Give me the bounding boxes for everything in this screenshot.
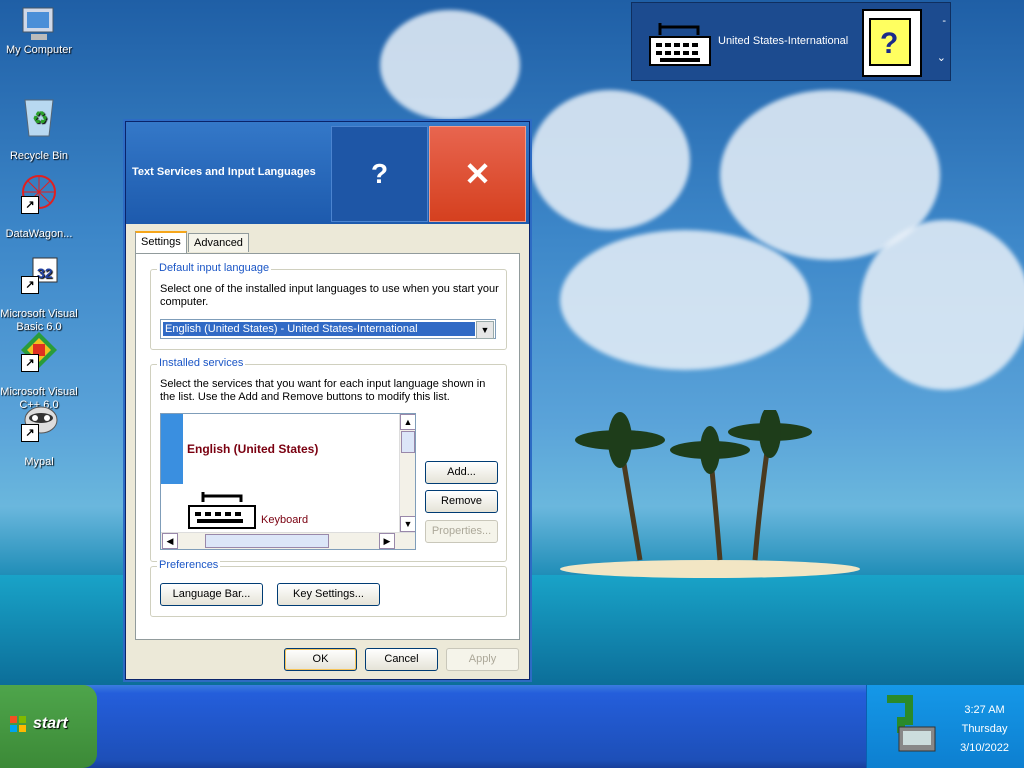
scroll-thumb[interactable] [401, 431, 415, 453]
svg-text:?: ? [880, 27, 898, 60]
title-bar[interactable]: Text Services and Input Languages ? ✕ [126, 122, 529, 224]
start-label: start [33, 715, 68, 732]
close-button[interactable]: ✕ [429, 126, 526, 222]
remove-button[interactable]: Remove [425, 490, 498, 513]
cloud [860, 220, 1024, 390]
computer-icon [19, 4, 59, 44]
cancel-button[interactable]: Cancel [365, 648, 438, 671]
group-legend: Default input language [157, 262, 272, 274]
vertical-scrollbar[interactable]: ▲ ▼ [399, 414, 415, 532]
installed-services-description: Select the services that you want for ea… [160, 378, 486, 403]
cloud [380, 10, 520, 120]
horizontal-scrollbar[interactable]: ◀ ▶ [161, 532, 415, 549]
language-bar[interactable]: United States-International ? - ⌄ [631, 2, 951, 81]
hscroll-thumb[interactable] [205, 534, 329, 548]
group-legend: Installed services [157, 357, 246, 369]
svg-text:32: 32 [37, 265, 53, 281]
tree-service-item[interactable]: Keyboard [261, 514, 308, 526]
taskbar: start 3:27 AM Thursday 3/10/2022 [0, 685, 1024, 768]
datawagon-icon: ↗ [19, 172, 59, 214]
settings-panel: Default input language Select one of the… [135, 253, 520, 640]
language-bar-button[interactable]: Language Bar... [160, 583, 263, 606]
desktop-icon-datawagon[interactable]: ↗ DataWagon... [0, 172, 78, 240]
windows-logo-icon [10, 716, 26, 732]
text-services-dialog: Text Services and Input Languages ? ✕ Se… [125, 121, 530, 680]
mypal-icon: ↗ [19, 400, 59, 442]
cloud [530, 90, 690, 230]
clock-time: 3:27 AM [964, 704, 1005, 716]
tree-language-item[interactable]: English (United States) [187, 442, 318, 456]
selected-language: English (United States) - United States-… [163, 322, 475, 336]
shortcut-arrow-icon: ↗ [21, 196, 39, 214]
clock-day: Thursday [961, 723, 1008, 735]
key-settings-button[interactable]: Key Settings... [277, 583, 380, 606]
desktop-icon-recycle-bin[interactable]: ♻ Recycle Bin [0, 94, 78, 162]
clock[interactable]: 3:27 AM Thursday 3/10/2022 [960, 701, 1009, 758]
shortcut-arrow-icon: ↗ [21, 354, 39, 372]
keyboard-icon[interactable] [646, 13, 714, 69]
help-button[interactable]: ? [331, 126, 428, 222]
recycle-bin-icon: ♻ [19, 94, 59, 137]
start-button[interactable]: start [0, 685, 97, 768]
apply-button[interactable]: Apply [446, 648, 519, 671]
cloud [560, 230, 810, 370]
desktop-icon-my-computer[interactable]: My Computer [0, 4, 78, 56]
language-bar-options-button[interactable]: ⌄ [937, 51, 946, 64]
palm-trees [575, 410, 812, 561]
desktop-icon-mypal[interactable]: ↗ Mypal [0, 400, 78, 468]
scroll-right-button[interactable]: ▶ [379, 533, 395, 549]
visual-cpp-icon: ↗ [19, 330, 59, 372]
visual-basic-icon: 32 ↗ [19, 252, 59, 294]
default-language-select[interactable]: English (United States) - United States-… [160, 319, 496, 339]
desktop-icon-label: Recycle Bin [9, 150, 69, 162]
group-legend: Preferences [157, 559, 221, 571]
scroll-down-button[interactable]: ▼ [400, 516, 415, 532]
desktop-icon-label: My Computer [5, 44, 73, 56]
scroll-left-button[interactable]: ◀ [162, 533, 178, 549]
network-icon[interactable] [879, 693, 939, 757]
dialog-title: Text Services and Input Languages [132, 166, 316, 178]
ok-button[interactable]: OK [284, 648, 357, 671]
system-tray: 3:27 AM Thursday 3/10/2022 [866, 685, 1024, 768]
properties-button[interactable]: Properties... [425, 520, 498, 543]
shortcut-arrow-icon: ↗ [21, 276, 39, 294]
scroll-up-button[interactable]: ▲ [400, 414, 415, 430]
help-icon[interactable]: ? [862, 9, 922, 77]
chevron-down-icon[interactable]: ▼ [476, 321, 494, 339]
clock-date: 3/10/2022 [960, 742, 1009, 754]
default-language-description: Select one of the installed input langua… [160, 283, 499, 308]
desktop-icon-label: DataWagon... [5, 228, 73, 240]
keyboard-icon [188, 492, 256, 529]
tab-settings[interactable]: Settings [135, 231, 187, 254]
services-tree[interactable]: English (United States) Keyboard ▲ ▼ ◀ ▶ [160, 413, 416, 550]
desktop-icon-label: Mypal [24, 456, 54, 468]
svg-text:♻: ♻ [32, 108, 48, 128]
tab-advanced[interactable]: Advanced [188, 233, 249, 252]
shortcut-arrow-icon: ↗ [21, 424, 39, 442]
input-language-label[interactable]: United States-International [718, 35, 848, 47]
add-button[interactable]: Add... [425, 461, 498, 484]
language-marker [161, 414, 183, 484]
desktop-icon-vb6[interactable]: 32 ↗ Microsoft Visual Basic 6.0 [0, 252, 78, 334]
minimize-language-bar-button[interactable]: - [942, 15, 946, 27]
